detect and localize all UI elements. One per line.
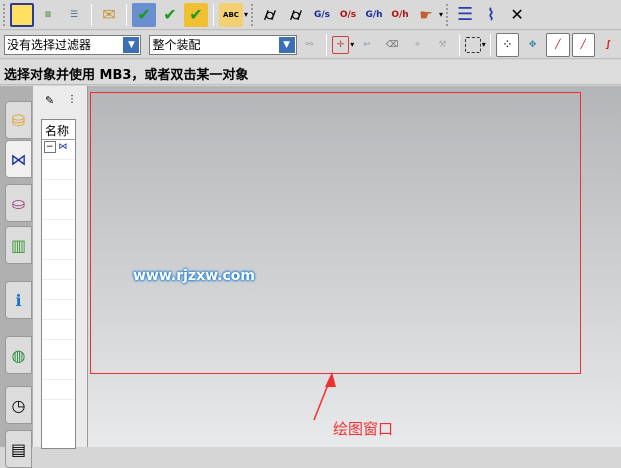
wrench-icon[interactable]: ⚒ bbox=[431, 33, 454, 57]
snap-rotate-icon[interactable]: ✥ bbox=[521, 33, 544, 57]
snap-points-icon[interactable]: ⁘ bbox=[495, 32, 520, 57]
text-abc-icon[interactable]: ABC bbox=[219, 2, 243, 27]
snap-icon[interactable]: ⌖ bbox=[406, 33, 429, 57]
dropdown-arrow-icon[interactable]: ▾ bbox=[244, 10, 248, 19]
collapse-toggle[interactable]: − bbox=[44, 141, 56, 153]
navigator-tree: 名称 − ⋈ bbox=[41, 119, 76, 449]
gs-icon[interactable]: G/s bbox=[310, 3, 334, 27]
os-label: O/s bbox=[339, 9, 357, 20]
main-toolbar: ≡ ☰ ✉ ✔ ✔ ✔ ABC ▾ ⌭ ⌭ G/s O/s G/h O/h ☛ … bbox=[0, 0, 621, 30]
tree-node-root[interactable]: − ⋈ bbox=[42, 140, 75, 160]
spring-stack-icon[interactable]: ☰ bbox=[453, 3, 477, 27]
analysis-icon[interactable]: ⌭ bbox=[258, 3, 282, 27]
abc-label: ABC bbox=[223, 10, 239, 19]
type-filter-value: 没有选择过滤器 bbox=[7, 38, 92, 52]
resource-bar: ⛁ ⋈ ⛀ ▥ ℹ ◍ ◷ ▤ bbox=[0, 86, 33, 468]
toolbar-separator bbox=[489, 33, 491, 56]
toolbar-separator bbox=[91, 3, 92, 26]
reuse-library-tab[interactable]: ▥ bbox=[5, 226, 32, 264]
toolbar-grip[interactable] bbox=[251, 3, 254, 26]
endpoint-icon[interactable]: ╱ bbox=[546, 32, 570, 57]
history-tab[interactable]: ◷ bbox=[5, 386, 32, 424]
curve-icon[interactable]: ∫ bbox=[597, 33, 620, 57]
chevron-down-icon[interactable]: ▼ bbox=[278, 36, 295, 53]
spring-icon[interactable]: ⌇ bbox=[479, 3, 503, 27]
pointer-icon[interactable]: ☛ bbox=[414, 3, 438, 27]
dropdown-arrow-icon[interactable]: ▾ bbox=[482, 40, 486, 49]
scope-value: 整个装配 bbox=[152, 38, 201, 52]
assembly-edit-icon[interactable]: ✔ bbox=[158, 3, 182, 27]
toolbar-separator bbox=[213, 3, 214, 26]
eraser-icon[interactable]: ⌫ bbox=[381, 33, 404, 57]
status-line: 选择对象并使用 MB3，或者双击某一对象 bbox=[0, 60, 621, 85]
annotation-label: 绘图窗口 bbox=[333, 420, 394, 438]
toolbar-grip[interactable] bbox=[446, 3, 449, 26]
column-header-name[interactable]: 名称 bbox=[45, 124, 69, 138]
gh-icon[interactable]: G/h bbox=[362, 3, 386, 27]
tag-icon[interactable]: ✉ bbox=[97, 3, 121, 27]
scope-select[interactable]: 整个装配 ▼ bbox=[149, 34, 297, 55]
constraint-navigator: ✎ ⋮ 名称 − ⋈ bbox=[33, 86, 88, 449]
gh-label: G/h bbox=[365, 9, 383, 20]
toolbar-separator bbox=[325, 33, 327, 56]
dropdown-arrow-icon[interactable]: ▾ bbox=[350, 40, 354, 49]
selection-toolbar: 没有选择过滤器 ▼ 整个装配 ▼ ⚯ ✛ ▾ ↩ ⌫ ⌖ ⚒ ▾ ⁘ ✥ ╱ ╱ ∫ bbox=[0, 31, 621, 59]
os-icon[interactable]: O/s bbox=[336, 3, 360, 27]
layer-settings-icon[interactable]: ☰ bbox=[62, 3, 86, 27]
close-tool-icon[interactable]: ✕ bbox=[505, 3, 529, 27]
constraint-navigator-tab[interactable]: ⋈ bbox=[5, 140, 32, 178]
pin-icon[interactable]: ✎ bbox=[45, 94, 54, 107]
type-filter-select[interactable]: 没有选择过滤器 ▼ bbox=[4, 34, 142, 55]
analysis-2-icon[interactable]: ⌭ bbox=[284, 3, 308, 27]
part-navigator-tab[interactable]: ⛀ bbox=[5, 184, 32, 222]
undo-select-icon[interactable]: ↩ bbox=[355, 33, 378, 57]
midpoint-icon[interactable]: ╱ bbox=[571, 32, 595, 57]
rectangle-select-icon[interactable] bbox=[465, 36, 481, 53]
general-filter-icon[interactable]: ✛ bbox=[331, 35, 350, 54]
annotation-arrow bbox=[313, 372, 336, 421]
filter-link-icon[interactable]: ⚯ bbox=[298, 33, 321, 57]
more-options-icon[interactable]: ⋮ bbox=[67, 94, 77, 105]
csys-icon[interactable] bbox=[10, 2, 34, 27]
assembly-replace-icon[interactable]: ✔ bbox=[184, 2, 208, 27]
oh-label: O/h bbox=[391, 9, 409, 20]
roles-tab[interactable]: ▤ bbox=[5, 430, 32, 468]
toolbar-grip[interactable] bbox=[3, 3, 6, 26]
constraints-icon: ⋈ bbox=[58, 142, 68, 152]
chevron-down-icon[interactable]: ▼ bbox=[123, 36, 140, 53]
oh-icon[interactable]: O/h bbox=[388, 3, 412, 27]
dropdown-arrow-icon[interactable]: ▾ bbox=[439, 10, 443, 19]
assembly-navigator-tab[interactable]: ⛁ bbox=[5, 101, 32, 139]
graphics-window-highlight bbox=[90, 92, 581, 374]
status-text: 选择对象并使用 MB3，或者双击某一对象 bbox=[4, 68, 249, 83]
gs-label: G/s bbox=[314, 9, 331, 20]
toolbar-separator bbox=[126, 3, 127, 26]
assembly-check-icon[interactable]: ✔ bbox=[132, 2, 156, 27]
toolbar-separator bbox=[459, 33, 461, 56]
info-tab[interactable]: ℹ bbox=[5, 281, 32, 319]
web-browser-tab[interactable]: ◍ bbox=[5, 336, 32, 374]
watermark: www.rjzxw.com bbox=[133, 268, 255, 284]
